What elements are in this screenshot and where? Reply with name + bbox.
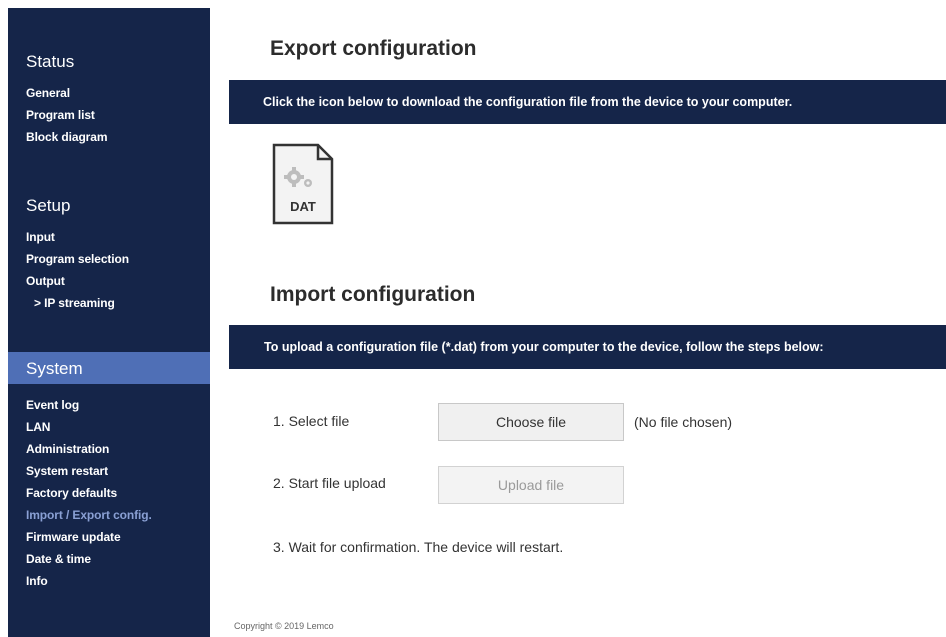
sidebar-item-output[interactable]: Output — [26, 274, 65, 288]
step-start-upload: 2. Start file upload — [273, 475, 386, 491]
sidebar-item-administration[interactable]: Administration — [26, 442, 109, 456]
sidebar-item-info[interactable]: Info — [26, 574, 48, 588]
sidebar-item-lan[interactable]: LAN — [26, 420, 50, 434]
import-instruction-banner: To upload a configuration file (*.dat) f… — [229, 325, 946, 369]
sidebar-item-input[interactable]: Input — [26, 230, 55, 244]
sidebar-item-firmware-update[interactable]: Firmware update — [26, 530, 121, 544]
sidebar-item-program-list[interactable]: Program list — [26, 108, 95, 122]
step-select-file: 1. Select file — [273, 413, 350, 429]
sidebar-item-general[interactable]: General — [26, 86, 70, 100]
step-wait-confirmation: 3. Wait for confirmation. The device wil… — [273, 539, 564, 555]
sidebar-item-program-selection[interactable]: Program selection — [26, 252, 129, 266]
upload-file-button[interactable]: Upload file — [438, 466, 624, 504]
sidebar-item-factory-defaults[interactable]: Factory defaults — [26, 486, 117, 500]
section-title-status: Status — [26, 52, 75, 71]
no-file-chosen-label: (No file chosen) — [634, 414, 733, 430]
import-heading: Import configuration — [270, 283, 476, 306]
sidebar-item-import-export-config[interactable]: Import / Export config. — [26, 508, 152, 522]
export-heading: Export configuration — [270, 37, 477, 60]
section-title-system: System — [26, 359, 83, 378]
system-section-band: System — [8, 352, 210, 384]
choose-file-button[interactable]: Choose file — [438, 403, 624, 441]
sidebar-item-date-time[interactable]: Date & time — [26, 552, 91, 566]
export-instruction-banner: Click the icon below to download the con… — [229, 80, 946, 124]
section-title-setup: Setup — [26, 196, 71, 215]
sidebar-item-event-log[interactable]: Event log — [26, 398, 79, 412]
dat-file-download-icon[interactable]: DAT — [272, 141, 334, 227]
copyright-footer: Copyright © 2019 Lemco — [234, 621, 334, 631]
dat-icon-label: DAT — [290, 199, 316, 214]
sidebar-item-system-restart[interactable]: System restart — [26, 464, 108, 478]
sidebar-item-block-diagram[interactable]: Block diagram — [26, 130, 108, 144]
sidebar-item-ip-streaming[interactable]: > IP streaming — [34, 296, 115, 310]
